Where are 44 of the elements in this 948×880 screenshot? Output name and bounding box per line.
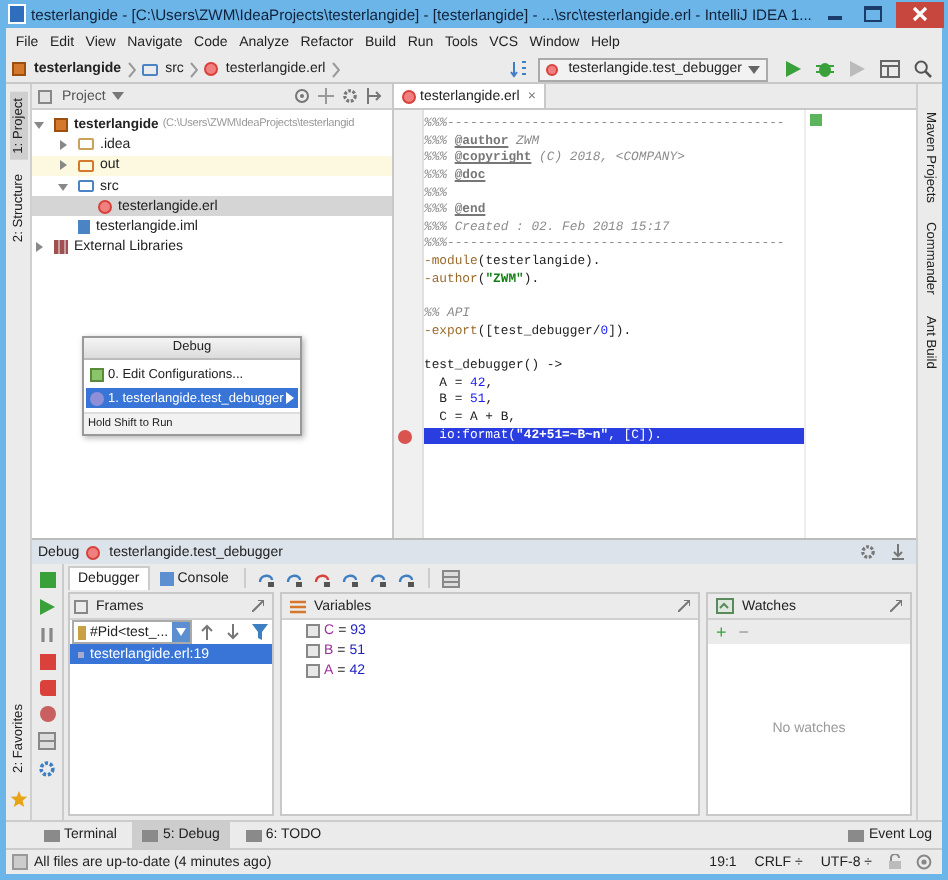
step-icon[interactable] — [342, 569, 361, 587]
stop-icon[interactable] — [39, 654, 55, 670]
caret-icon — [111, 92, 124, 100]
chevron-icon — [331, 61, 340, 77]
step-icon[interactable] — [314, 569, 333, 587]
list-icon — [290, 599, 306, 613]
run-icon[interactable] — [784, 60, 802, 78]
hide-icon[interactable] — [890, 544, 906, 560]
hide-icon[interactable] — [366, 88, 382, 104]
gear-icon[interactable] — [342, 88, 358, 104]
step-icon[interactable] — [258, 569, 277, 587]
tree-arrow-icon[interactable] — [34, 242, 44, 253]
chevron-icon — [127, 61, 136, 77]
up-arrow-icon[interactable] — [200, 624, 215, 640]
close-icon — [911, 6, 928, 22]
step-icon[interactable] — [370, 569, 389, 587]
table-icon[interactable] — [442, 569, 461, 587]
app-icon — [8, 4, 26, 24]
gear-icon[interactable] — [38, 760, 56, 778]
submenu-arrow-icon — [286, 392, 294, 404]
tree-arrow-icon[interactable] — [58, 160, 68, 171]
filter-icon[interactable] — [252, 624, 269, 640]
bug-icon[interactable] — [816, 60, 834, 78]
pause-icon[interactable] — [38, 626, 56, 644]
gear-icon[interactable] — [860, 544, 876, 560]
caret-icon — [176, 628, 187, 636]
sort-icon[interactable] — [510, 60, 529, 78]
star-icon — [9, 790, 27, 808]
down-arrow-icon[interactable] — [226, 624, 241, 640]
caret-icon — [748, 65, 760, 73]
tree-arrow-icon[interactable] — [58, 181, 68, 192]
lock-icon[interactable] — [888, 854, 902, 870]
target-icon[interactable] — [294, 88, 310, 104]
tree-arrow-icon[interactable] — [34, 119, 44, 130]
expand-icon[interactable] — [890, 600, 902, 612]
step-icon[interactable] — [398, 569, 417, 587]
resume-icon[interactable] — [38, 598, 56, 616]
expand-icon[interactable] — [252, 600, 264, 612]
search-icon[interactable] — [914, 60, 932, 78]
tree-arrow-icon[interactable] — [58, 139, 68, 150]
expand-icon[interactable] — [678, 600, 690, 612]
chevron-icon — [189, 61, 198, 77]
close-button[interactable] — [895, 1, 945, 27]
step-icon[interactable] — [286, 569, 305, 587]
